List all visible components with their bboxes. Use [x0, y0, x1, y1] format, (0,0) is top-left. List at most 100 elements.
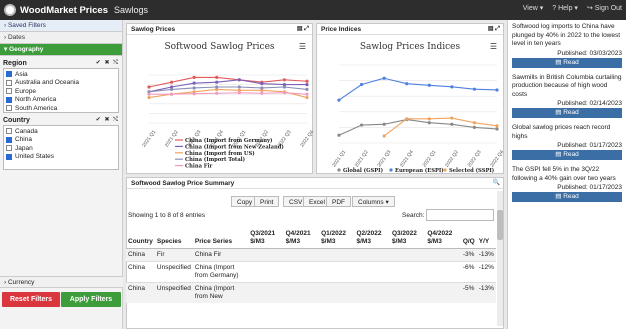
region-list[interactable]: Asia Australia and Oceania Europe North Ame…	[3, 68, 119, 113]
data-point[interactable]	[472, 125, 477, 129]
filter-option[interactable]: Japan	[6, 144, 116, 153]
data-point[interactable]	[382, 134, 386, 138]
checkbox-checked-icon[interactable]	[6, 153, 12, 160]
checkbox-checked-icon[interactable]	[6, 136, 12, 143]
column-header[interactable]: Q4/2021 $/M3	[283, 228, 320, 249]
column-header[interactable]: Q3/2021 $/M3	[248, 228, 284, 249]
data-point[interactable]	[147, 92, 151, 96]
data-point[interactable]	[337, 98, 341, 102]
data-point[interactable]	[215, 75, 219, 79]
data-point[interactable]	[237, 91, 241, 95]
dates-toggle[interactable]: › Dates	[0, 32, 122, 44]
data-point[interactable]	[382, 122, 386, 126]
column-header[interactable]: Q2/2022 $/M3	[354, 228, 390, 249]
filter-option[interactable]: Europe	[6, 87, 116, 96]
data-point[interactable]	[282, 85, 287, 89]
data-point[interactable]	[495, 127, 499, 131]
data-point[interactable]	[215, 80, 219, 84]
column-header[interactable]: Q/Q	[460, 228, 477, 249]
data-point[interactable]	[427, 121, 431, 125]
filter-option[interactable]: United States	[6, 153, 116, 162]
table-row[interactable]: China Fir China Fir -3% -13%	[126, 248, 496, 262]
data-point[interactable]	[305, 83, 309, 87]
column-header[interactable]: Price Series	[192, 228, 249, 249]
apply-filters-button[interactable]: Apply Filters	[61, 292, 121, 307]
checkbox-icon[interactable]	[6, 105, 12, 112]
data-point[interactable]	[215, 91, 219, 95]
data-point[interactable]	[472, 87, 477, 91]
checkbox-icon[interactable]	[6, 88, 12, 95]
column-header[interactable]: Y/Y	[476, 228, 496, 249]
column-header[interactable]: Q3/2022 $/M3	[389, 228, 426, 249]
data-point[interactable]	[260, 91, 264, 95]
legend-item[interactable]: China (Import Total)	[185, 156, 245, 163]
data-point[interactable]	[450, 116, 454, 120]
data-point[interactable]	[169, 80, 174, 84]
filter-option[interactable]: Australia and Oceania	[6, 79, 116, 88]
data-point[interactable]	[495, 88, 499, 92]
legend-item[interactable]: China (Import from Germany)	[185, 137, 272, 144]
data-point[interactable]	[427, 83, 431, 87]
table-row[interactable]: China Unspecified China (Import from Germa…	[126, 261, 496, 283]
column-header[interactable]: Q4/2022 $/M3	[425, 228, 461, 249]
panel-tools-icon[interactable]: ▤ ⤢	[488, 24, 500, 35]
legend-item[interactable]: China (Import from US)	[185, 150, 255, 157]
checkbox-checked-icon[interactable]	[6, 71, 12, 78]
data-point[interactable]	[495, 124, 499, 128]
data-point[interactable]	[147, 85, 151, 89]
country-tools[interactable]: ✔ ✖ ⤭	[96, 116, 119, 124]
data-point[interactable]	[450, 85, 454, 89]
data-point[interactable]	[260, 82, 264, 86]
legend-item[interactable]: Global (GSPI)	[343, 167, 383, 173]
data-point[interactable]	[192, 81, 196, 85]
geography-toggle[interactable]: ▾ Geography	[0, 44, 122, 56]
checkbox-checked-icon[interactable]	[6, 96, 12, 103]
checkbox-icon[interactable]	[6, 145, 12, 152]
print-button[interactable]: Print	[254, 196, 280, 207]
read-button[interactable]: ▤ Read	[512, 108, 622, 118]
view-menu[interactable]: View ▾	[523, 4, 544, 12]
data-point[interactable]	[215, 85, 219, 89]
data-point[interactable]	[305, 95, 309, 100]
data-point[interactable]	[192, 75, 196, 79]
legend-item[interactable]: China Fir	[185, 164, 212, 170]
data-point[interactable]	[382, 76, 386, 80]
data-point[interactable]	[237, 78, 241, 82]
pdf-button[interactable]: PDF	[326, 196, 351, 207]
filter-option[interactable]: Canada	[6, 127, 116, 136]
data-point[interactable]	[192, 86, 196, 90]
column-header[interactable]: Country	[126, 228, 155, 249]
read-button[interactable]: ▤ Read	[512, 57, 622, 68]
data-point[interactable]	[305, 92, 309, 96]
data-point[interactable]	[359, 123, 364, 127]
data-point[interactable]	[237, 85, 241, 89]
search-icon[interactable]: 🔍	[493, 178, 500, 189]
data-point[interactable]	[450, 122, 454, 126]
filter-option[interactable]: China	[6, 136, 116, 145]
filter-option[interactable]: Asia	[6, 70, 116, 79]
data-point[interactable]	[359, 82, 364, 87]
data-point[interactable]	[282, 78, 287, 82]
column-header[interactable]: Q1/2022 $/M3	[319, 228, 355, 249]
read-button[interactable]: ▤ Read	[512, 192, 622, 202]
data-point[interactable]	[405, 82, 409, 86]
sign-out-link[interactable]: ↪ Sign Out	[587, 4, 622, 12]
data-point[interactable]	[169, 92, 174, 96]
table-row[interactable]: China Unspecified China (Import from New -5…	[126, 282, 496, 303]
data-point[interactable]	[427, 117, 431, 121]
data-point[interactable]	[282, 91, 287, 95]
legend-item[interactable]: China (Import from New Zealand)	[185, 143, 284, 150]
saved-filters-toggle[interactable]: › Saved Filters	[0, 20, 122, 32]
data-point[interactable]	[192, 92, 196, 96]
legend-item[interactable]: European (ESPI)	[395, 167, 444, 173]
data-point[interactable]	[169, 87, 174, 91]
table-scrollbar-thumb[interactable]	[497, 210, 503, 240]
currency-toggle[interactable]: › Currency	[0, 276, 123, 288]
region-tools[interactable]: ✔ ✖ ⤭	[96, 59, 119, 67]
panel-tools-icon[interactable]: ▤ ⤢	[297, 24, 309, 35]
filter-option[interactable]: North America	[6, 96, 116, 105]
checkbox-icon[interactable]	[6, 128, 12, 135]
filter-option[interactable]: South America	[6, 104, 116, 112]
data-point[interactable]	[405, 117, 409, 121]
search-input[interactable]	[426, 209, 494, 221]
